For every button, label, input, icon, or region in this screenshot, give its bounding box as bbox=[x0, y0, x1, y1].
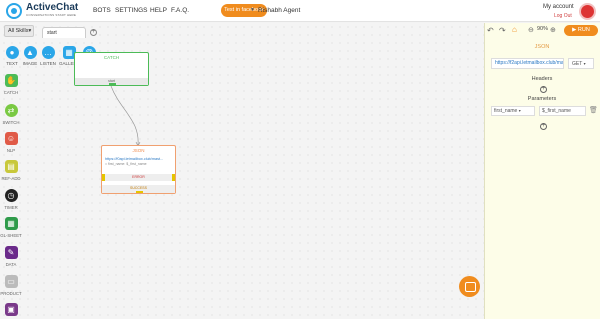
trash-icon[interactable]: 🗑 bbox=[589, 106, 598, 114]
param-key-value: first_name bbox=[494, 108, 518, 114]
catch-node-footer: start bbox=[75, 78, 148, 85]
zoom-in-icon[interactable]: ⊕ bbox=[550, 26, 556, 34]
zoom-level: 90% bbox=[537, 26, 549, 32]
chevron-down-icon: ▾ bbox=[518, 108, 521, 113]
catch-node-title: CATCH bbox=[103, 55, 120, 60]
method-select-value: GET bbox=[572, 61, 583, 67]
parameters-label: Parameters bbox=[527, 96, 557, 102]
catch-node[interactable]: CATCH start bbox=[74, 52, 149, 86]
param-value-input[interactable]: $_first_name bbox=[539, 106, 586, 116]
chevron-down-icon: ▾ bbox=[583, 61, 586, 66]
run-label: RUN bbox=[577, 27, 590, 33]
method-select[interactable]: GET ▾ bbox=[568, 58, 594, 69]
headers-label: Headers bbox=[531, 76, 553, 82]
json-node-params: = first_name: $_first_name bbox=[105, 162, 147, 166]
json-node-success-branch[interactable]: SUCCESS bbox=[102, 185, 175, 193]
panel-title: JSON bbox=[534, 44, 550, 50]
undo-icon[interactable]: ↶ bbox=[487, 26, 494, 35]
home-icon[interactable]: ⌂ bbox=[512, 25, 517, 34]
run-button[interactable]: ▶ RUN bbox=[564, 25, 598, 36]
json-node-title: JSON bbox=[132, 148, 145, 153]
url-input[interactable]: https://f2api.letmailbox.club/ma bbox=[491, 58, 564, 69]
json-node[interactable]: JSON https://f0api.letmailbox.club/mast.… bbox=[101, 145, 176, 194]
add-parameter-icon[interactable]: + bbox=[540, 123, 547, 130]
json-node-url: https://f0api.letmailbox.club/mast... bbox=[105, 157, 164, 161]
redo-icon[interactable]: ↷ bbox=[499, 26, 506, 35]
zoom-out-icon[interactable]: ⊖ bbox=[528, 26, 534, 34]
add-header-icon[interactable]: + bbox=[540, 86, 547, 93]
json-node-error-branch[interactable]: ERROR bbox=[102, 174, 175, 181]
param-key-select[interactable]: first_name ▾ bbox=[491, 106, 535, 116]
chat-support-icon[interactable] bbox=[459, 276, 480, 297]
